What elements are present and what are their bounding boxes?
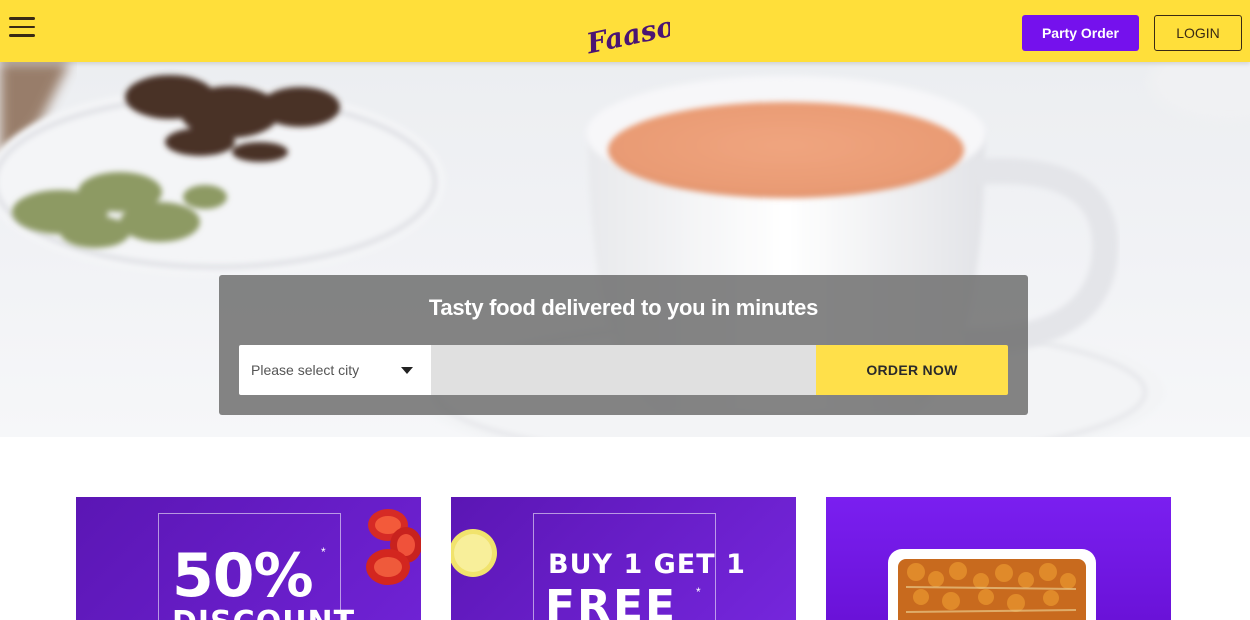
offer-headline: BUY 1 GET 1 [548,549,746,580]
offer-subline: FREE [545,581,678,620]
search-panel: Tasty food delivered to you in minutes P… [219,275,1028,415]
chevron-down-icon [401,367,413,374]
food-bowl-image [888,549,1096,620]
hamburger-menu-icon[interactable] [9,17,35,39]
locality-input[interactable] [431,345,816,395]
order-now-button[interactable]: ORDER NOW [816,345,1008,395]
offer-card-discount[interactable]: 50% * DISCOUNT [76,497,421,620]
offer-headline: 50% [172,541,314,611]
offer-card-bogo[interactable]: BUY 1 GET 1 FREE * [451,497,796,620]
faasos-logo[interactable]: Faasos [578,6,694,60]
city-select-placeholder: Please select city [251,362,360,378]
faasos-logo-text: Faasos [583,10,670,56]
hero-banner: Tasty food delivered to you in minutes P… [0,62,1250,437]
hero-tagline: Tasty food delivered to you in minutes [428,295,819,320]
offer-card-food[interactable] [826,497,1171,620]
offer-subline: DISCOUNT [172,605,355,620]
asterisk-mark: * [696,585,701,599]
top-header: Faasos Party Order LOGIN [0,0,1250,62]
asterisk-mark: * [321,545,326,559]
party-order-button[interactable]: Party Order [1022,15,1139,51]
city-select-dropdown[interactable]: Please select city [239,345,431,395]
login-button[interactable]: LOGIN [1154,15,1242,51]
